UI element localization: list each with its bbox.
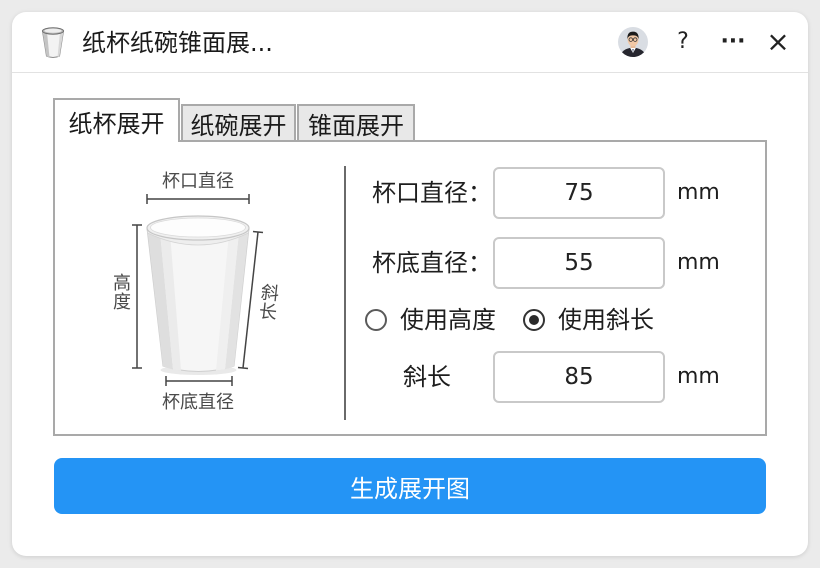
avatar[interactable] xyxy=(618,27,648,57)
generate-unfold-button[interactable]: 生成展开图 xyxy=(54,458,766,514)
bottom-diameter-unit: mm xyxy=(677,250,720,275)
cup-icon xyxy=(41,26,65,59)
top-diameter-input[interactable] xyxy=(493,167,665,219)
diagram-slant-label: 斜长 xyxy=(255,282,280,323)
diagram-top-diameter-label: 杯口直径 xyxy=(162,171,234,192)
top-diameter-unit: mm xyxy=(677,180,720,205)
titlebar-divider xyxy=(12,72,808,73)
use-height-radio[interactable] xyxy=(365,309,387,331)
tab-cone[interactable]: 锥面展开 xyxy=(297,104,415,142)
height-dimension-line xyxy=(132,224,142,369)
slant-label: 斜长 xyxy=(403,363,451,391)
app-root: 纸杯纸碗锥面展... ? ··· × 纸杯展开 纸碗展开 锥面展开 杯口直径 高… xyxy=(0,0,820,568)
diagram-height-label: 高度 xyxy=(110,273,131,311)
slant-unit: mm xyxy=(677,364,720,389)
tab-paper-cup[interactable]: 纸杯展开 xyxy=(53,98,180,142)
window-title: 纸杯纸碗锥面展... xyxy=(82,29,273,57)
tab-paper-bowl[interactable]: 纸碗展开 xyxy=(181,104,296,142)
bottom-diameter-dimension-line xyxy=(165,376,233,386)
slant-input[interactable] xyxy=(493,351,665,403)
use-slant-radio[interactable] xyxy=(523,309,545,331)
top-diameter-label: 杯口直径： xyxy=(372,179,492,207)
use-height-label[interactable]: 使用高度 xyxy=(400,306,496,334)
diagram-bottom-diameter-label: 杯底直径 xyxy=(162,392,234,413)
top-diameter-dimension-line xyxy=(146,194,250,204)
help-icon[interactable]: ? xyxy=(668,27,698,57)
bottom-diameter-input[interactable] xyxy=(493,237,665,289)
close-icon[interactable]: × xyxy=(763,27,793,57)
more-icon[interactable]: ··· xyxy=(716,27,750,57)
cup-illustration xyxy=(146,215,250,375)
bottom-diameter-label: 杯底直径： xyxy=(372,249,492,277)
use-slant-label[interactable]: 使用斜长 xyxy=(558,306,654,334)
panel-divider xyxy=(344,166,346,420)
